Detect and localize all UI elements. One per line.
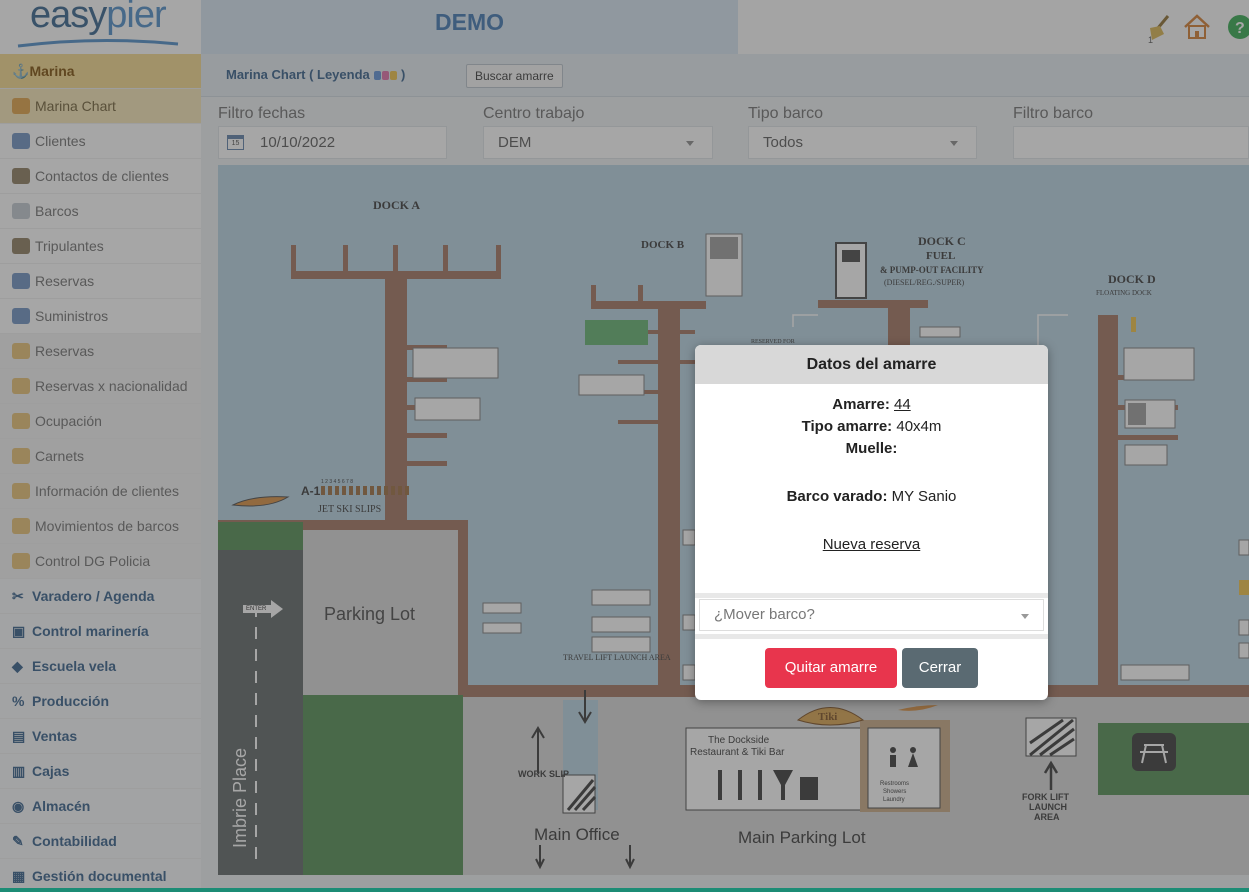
mooring-dialog: Datos del amarre Amarre: 44 Tipo amarre:… (695, 345, 1048, 700)
muelle-label: Muelle: (845, 440, 898, 457)
dialog-divider (695, 593, 1048, 598)
dialog-title: Datos del amarre (695, 345, 1048, 384)
tipo-label: Tipo amarre: (801, 418, 893, 435)
barco-row: Barco varado: MY Sanio (695, 486, 1048, 508)
amarre-label: Amarre: (832, 396, 890, 413)
modal-backdrop[interactable] (0, 0, 1249, 888)
dialog-body: Amarre: 44 Tipo amarre: 40x4m Muelle: Ba… (695, 384, 1048, 556)
cerrar-button[interactable]: Cerrar (902, 648, 978, 688)
nueva-reserva-link[interactable]: Nueva reserva (823, 536, 921, 553)
tipo-row: Tipo amarre: 40x4m (695, 416, 1048, 438)
barco-value: MY Sanio (891, 488, 957, 505)
chevron-down-icon (1021, 614, 1029, 619)
dialog-divider (695, 634, 1048, 639)
barco-label: Barco varado: (786, 488, 888, 505)
amarre-link[interactable]: 44 (894, 396, 911, 413)
quitar-amarre-button[interactable]: Quitar amarre (765, 648, 897, 688)
muelle-row: Muelle: (695, 438, 1048, 460)
move-boat-select[interactable]: ¿Mover barco? (699, 599, 1044, 631)
bottom-accent-bar (0, 888, 1249, 892)
move-boat-placeholder: ¿Mover barco? (714, 606, 815, 623)
amarre-row: Amarre: 44 (695, 394, 1048, 416)
app-root: easypier DEMO 1 ? ⚓Marina Marina Chart C… (0, 0, 1249, 892)
tipo-value: 40x4m (896, 418, 942, 435)
